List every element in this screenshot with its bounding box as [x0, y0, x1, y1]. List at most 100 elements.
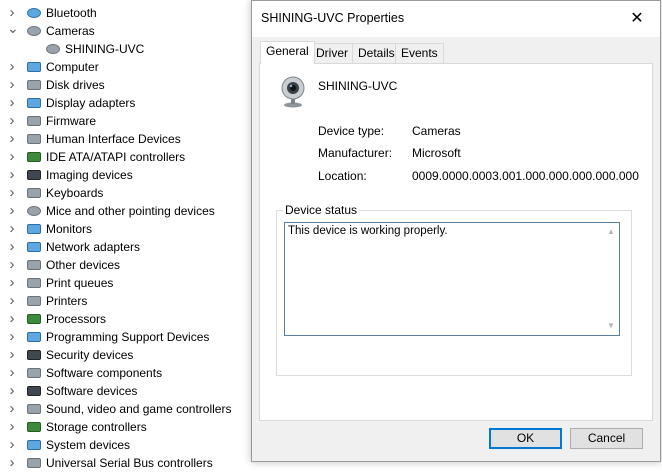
- location-value: 0009.0000.0003.001.000.000.000.000.000: [412, 169, 639, 183]
- tree-item-category[interactable]: › Software components: [0, 364, 250, 382]
- tree-item-category[interactable]: › Print queues: [0, 274, 250, 292]
- tree-item-category[interactable]: › System devices: [0, 436, 250, 454]
- speaker-icon: [26, 402, 42, 416]
- tree-item-category[interactable]: › Storage controllers: [0, 418, 250, 436]
- tree-item-label: Universal Serial Bus controllers: [46, 456, 213, 470]
- tree-item-label: Monitors: [46, 222, 93, 236]
- tree-item-category[interactable]: › Software devices: [0, 382, 250, 400]
- tree-item-label: Cameras: [46, 24, 95, 38]
- chevron-right-icon[interactable]: ›: [7, 382, 17, 400]
- device-status-text: This device is working properly.: [288, 225, 448, 237]
- chevron-right-icon[interactable]: ›: [7, 346, 17, 364]
- tree-item-category[interactable]: › Programming Support Devices: [0, 328, 250, 346]
- tree-item-category[interactable]: › Keyboards: [0, 184, 250, 202]
- chevron-right-icon[interactable]: ›: [7, 418, 17, 436]
- tab-details[interactable]: Details: [352, 43, 401, 63]
- tree-item-category[interactable]: › Display adapters: [0, 94, 250, 112]
- properties-dialog: SHINING-UVC Properties ✕ General Driver …: [251, 0, 661, 462]
- tree-item-device[interactable]: SHINING-UVC: [0, 40, 250, 58]
- tab-driver[interactable]: Driver: [310, 43, 354, 63]
- tab-general[interactable]: General: [260, 41, 315, 64]
- tree-item-category[interactable]: › Monitors: [0, 220, 250, 238]
- chevron-right-icon[interactable]: ›: [7, 256, 17, 274]
- chevron-right-icon[interactable]: ›: [7, 328, 17, 346]
- tab-events[interactable]: Events: [395, 43, 444, 63]
- tree-item-label: Imaging devices: [46, 168, 133, 182]
- device-status-label: Device status: [283, 203, 360, 217]
- tree-item-label: Network adapters: [46, 240, 141, 254]
- tree-item-category[interactable]: › Universal Serial Bus controllers: [0, 454, 250, 472]
- chevron-right-icon[interactable]: ›: [7, 220, 17, 238]
- device-tree[interactable]: ›Batteries›Bluetooth⌄CamerasSHINING-UVC›…: [0, 0, 250, 476]
- chevron-right-icon[interactable]: ›: [7, 58, 17, 76]
- scroll-up-icon[interactable]: ▲: [603, 225, 619, 239]
- security-device-icon: [26, 348, 42, 362]
- chevron-right-icon[interactable]: ›: [7, 310, 17, 328]
- location-label: Location:: [318, 169, 367, 183]
- tree-item-category[interactable]: › Firmware: [0, 112, 250, 130]
- chevron-right-icon[interactable]: ›: [7, 166, 17, 184]
- manufacturer-value: Microsoft: [412, 146, 461, 160]
- tree-item-label: Disk drives: [46, 78, 105, 92]
- tree-item-category[interactable]: › Security devices: [0, 346, 250, 364]
- device-status-textbox[interactable]: This device is working properly. ▲ ▼: [284, 222, 620, 336]
- tree-item-category[interactable]: › Mice and other pointing devices: [0, 202, 250, 220]
- chevron-right-icon[interactable]: ›: [7, 76, 17, 94]
- tree-item-label: Bluetooth: [46, 6, 97, 20]
- tree-item-category[interactable]: › Printers: [0, 292, 250, 310]
- tree-item-category[interactable]: › Other devices: [0, 256, 250, 274]
- display-adapter-icon: [26, 96, 42, 110]
- ide-controller-icon: [26, 150, 42, 164]
- status-scrollbar[interactable]: ▲ ▼: [603, 223, 619, 335]
- tree-item-category[interactable]: › IDE ATA/ATAPI controllers: [0, 148, 250, 166]
- tree-item-category[interactable]: › Human Interface Devices: [0, 130, 250, 148]
- tree-item-label: Human Interface Devices: [46, 132, 181, 146]
- chevron-right-icon[interactable]: ›: [7, 400, 17, 418]
- chevron-right-icon[interactable]: ›: [7, 184, 17, 202]
- chevron-right-icon[interactable]: ›: [7, 238, 17, 256]
- chevron-right-icon[interactable]: ›: [7, 436, 17, 454]
- cancel-button[interactable]: Cancel: [570, 428, 643, 449]
- chevron-right-icon[interactable]: ›: [7, 94, 17, 112]
- chevron-right-icon[interactable]: ›: [7, 454, 17, 472]
- storage-controller-icon: [26, 420, 42, 434]
- chevron-right-icon[interactable]: ›: [7, 364, 17, 382]
- ok-button[interactable]: OK: [489, 428, 562, 449]
- printer-icon: [26, 294, 42, 308]
- chevron-right-icon[interactable]: ›: [7, 130, 17, 148]
- hid-icon: [26, 132, 42, 146]
- dialog-title: SHINING-UVC Properties: [261, 11, 405, 25]
- tree-item-category[interactable]: › Processors: [0, 310, 250, 328]
- tree-item-category[interactable]: › Bluetooth: [0, 4, 250, 22]
- tree-item-category[interactable]: › Computer: [0, 58, 250, 76]
- imaging-device-icon: [26, 168, 42, 182]
- tree-item-label: Firmware: [46, 114, 96, 128]
- scroll-down-icon[interactable]: ▼: [603, 319, 619, 333]
- tree-item-label: Programming Support Devices: [46, 330, 210, 344]
- chevron-down-icon[interactable]: ⌄: [7, 21, 19, 40]
- ok-button-label: OK: [516, 431, 535, 445]
- device-name: SHINING-UVC: [318, 79, 398, 93]
- device-status-group: Device status This device is working pro…: [276, 203, 632, 376]
- system-device-icon: [26, 438, 42, 452]
- tab-label: General: [266, 44, 309, 58]
- tree-item-label: Other devices: [46, 258, 121, 272]
- close-icon[interactable]: ✕: [614, 1, 660, 37]
- tree-item-category[interactable]: › Sound, video and game controllers: [0, 400, 250, 418]
- tree-item-category[interactable]: › Disk drives: [0, 76, 250, 94]
- chevron-right-icon[interactable]: ›: [7, 292, 17, 310]
- chevron-right-icon[interactable]: ›: [7, 274, 17, 292]
- tree-item-category[interactable]: › Network adapters: [0, 238, 250, 256]
- chevron-right-icon[interactable]: ›: [7, 202, 17, 220]
- firmware-icon: [26, 114, 42, 128]
- chevron-right-icon[interactable]: ›: [7, 112, 17, 130]
- dialog-titlebar[interactable]: SHINING-UVC Properties ✕: [252, 1, 660, 37]
- tree-item-label: SHINING-UVC: [65, 42, 145, 56]
- tree-item-category[interactable]: ⌄ Cameras: [0, 21, 250, 40]
- tree-item-label: Keyboards: [46, 186, 104, 200]
- network-adapter-icon: [26, 240, 42, 254]
- chevron-right-icon[interactable]: ›: [7, 148, 17, 166]
- tree-item-label: System devices: [46, 438, 131, 452]
- tree-item-category[interactable]: › Imaging devices: [0, 166, 250, 184]
- tree-item-label: IDE ATA/ATAPI controllers: [46, 150, 186, 164]
